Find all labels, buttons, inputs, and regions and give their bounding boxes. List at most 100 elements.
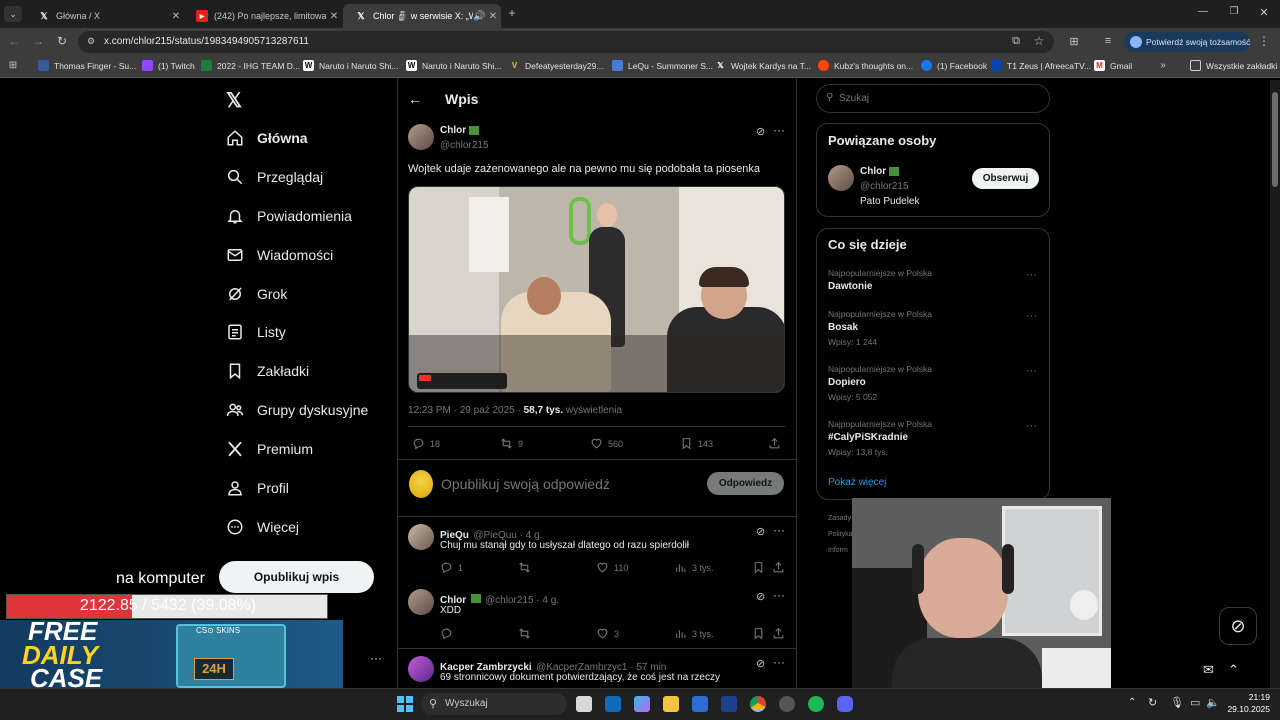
new-tab-icon[interactable]: +: [504, 6, 520, 20]
bookmark-item[interactable]: V Defeatyesterday29...: [509, 60, 604, 71]
bookmark-item[interactable]: (1) Twitch: [142, 60, 195, 71]
url-text[interactable]: x.com/chlor215/status/198349490571328761…: [104, 36, 309, 47]
nav-lists[interactable]: Listy: [226, 323, 286, 341]
copilot-icon[interactable]: [634, 696, 650, 712]
tab-current-post[interactable]: 𝕏 Chlor 🗿 w serwisie X: „Wo 🔊 ✕: [343, 4, 501, 28]
more-horizontal-icon[interactable]: ···: [773, 523, 785, 537]
menu-kebab-icon[interactable]: ⋮: [1258, 34, 1270, 48]
app-icon[interactable]: [721, 696, 737, 712]
reply-input[interactable]: Opublikuj swoją odpowiedź: [441, 476, 610, 492]
microphone-icon[interactable]: 🎙: [1170, 696, 1184, 709]
windows-start-icon[interactable]: [397, 696, 413, 712]
nav-notifications[interactable]: Powiadomienia: [226, 207, 352, 225]
more-horizontal-icon[interactable]: ···: [1026, 365, 1037, 377]
bookmark-item[interactable]: (1) Facebook: [921, 60, 987, 71]
steam-icon[interactable]: [779, 696, 795, 712]
window-close-icon[interactable]: ✕: [1256, 6, 1272, 19]
bookmark-item[interactable]: W Naruto i Naruto Shi...: [406, 60, 501, 71]
grok-icon[interactable]: ⊘: [756, 590, 765, 603]
tray-sync-icon[interactable]: ↻: [1148, 696, 1157, 709]
back-arrow-icon[interactable]: ←: [408, 91, 422, 107]
bookmark-item[interactable]: 2022 - IHG TEAM D...: [201, 60, 300, 71]
avatar[interactable]: [408, 656, 434, 682]
grok-icon[interactable]: ⊘: [756, 125, 765, 138]
back-icon[interactable]: ←: [6, 34, 22, 48]
bookmark-item[interactable]: T1 Zeus | AfreecaTV...: [991, 60, 1091, 71]
author-handle[interactable]: @chlor215: [440, 140, 489, 151]
chrome-icon[interactable]: [750, 696, 766, 712]
reload-icon[interactable]: ↻: [54, 34, 70, 48]
more-horizontal-icon[interactable]: ···: [1026, 269, 1037, 281]
bookmark-item[interactable]: M Gmail: [1094, 60, 1132, 71]
avatar[interactable]: [408, 524, 434, 550]
reply-button[interactable]: Odpowiedz: [707, 472, 784, 495]
grok-icon[interactable]: ⊘: [756, 657, 765, 670]
footer-link[interactable]: Polityka: [828, 531, 853, 538]
chevron-right-icon[interactable]: »: [1156, 60, 1170, 71]
like-action[interactable]: 560: [590, 437, 623, 450]
nav-profile[interactable]: Profil: [226, 479, 289, 497]
network-icon[interactable]: ▭: [1190, 696, 1200, 709]
nav-more[interactable]: Więcej: [226, 518, 299, 536]
repost-action[interactable]: [518, 627, 536, 640]
more-horizontal-icon[interactable]: ···: [773, 655, 785, 669]
nav-home[interactable]: Główna: [226, 129, 308, 147]
reply-action[interactable]: 1: [440, 561, 463, 574]
more-horizontal-icon[interactable]: ···: [1026, 310, 1037, 322]
tab-home[interactable]: 𝕏 Główna / X ✕: [26, 4, 184, 28]
follow-button[interactable]: Obserwuj: [972, 168, 1039, 189]
bookmark-item[interactable]: 𝕏 Wojtek Kardys na T...: [715, 60, 811, 71]
author-name[interactable]: Chlor: [440, 125, 479, 136]
outlook-icon[interactable]: [605, 696, 621, 712]
task-view-icon[interactable]: [576, 696, 592, 712]
post-button[interactable]: Opublikuj wpis: [219, 561, 374, 593]
discord-icon[interactable]: [837, 696, 853, 712]
cast-icon[interactable]: ⧉: [1008, 35, 1024, 48]
nav-explore[interactable]: Przeglądaj: [226, 168, 323, 186]
reply-action[interactable]: [440, 627, 458, 640]
more-horizontal-icon[interactable]: ···: [773, 123, 785, 137]
related-name[interactable]: Chlor: [860, 166, 899, 177]
tab-search-icon[interactable]: ⌄: [4, 6, 22, 22]
search-input[interactable]: ⚲ Szukaj: [816, 84, 1050, 113]
media-icon[interactable]: ≡: [1100, 35, 1116, 47]
speaker-icon[interactable]: 🔊: [473, 11, 485, 22]
share-action[interactable]: [772, 627, 790, 640]
more-horizontal-icon[interactable]: ···: [370, 651, 382, 665]
spotify-icon[interactable]: [808, 696, 824, 712]
bookmark-action[interactable]: 143: [680, 437, 713, 450]
star-icon[interactable]: ☆: [1031, 34, 1047, 48]
chevron-up-icon[interactable]: ⌃: [1228, 662, 1239, 678]
scrollbar-thumb[interactable]: [1272, 92, 1278, 187]
clock[interactable]: 21:19 29.10.2025: [1226, 692, 1270, 714]
trend-item[interactable]: Najpopularniejsze w Polska #CalyPiSKradn…: [828, 419, 932, 457]
bookmark-item[interactable]: W Naruto i Naruto Shi...: [303, 60, 398, 71]
bookmark-item[interactable]: Kubz's thoughts on...: [818, 60, 913, 71]
avatar[interactable]: [408, 124, 434, 150]
nav-messages[interactable]: Wiadomości: [226, 246, 333, 264]
nav-grok[interactable]: Grok: [226, 285, 287, 303]
post-video[interactable]: [408, 186, 785, 393]
taskbar-search[interactable]: ⚲ Wyszukaj: [421, 693, 567, 715]
bookmark-action[interactable]: [752, 627, 770, 640]
bookmark-action[interactable]: [752, 561, 770, 574]
share-action[interactable]: [772, 561, 790, 574]
forward-icon[interactable]: →: [30, 34, 46, 48]
close-icon[interactable]: ✕: [168, 11, 184, 22]
repost-action[interactable]: [518, 561, 536, 574]
close-icon[interactable]: ✕: [485, 11, 501, 22]
nav-premium[interactable]: Premium: [226, 440, 313, 458]
bookmark-item[interactable]: LeQu - Summoner S...: [612, 60, 713, 71]
grok-icon[interactable]: ⊘: [756, 525, 765, 538]
tab-youtube[interactable]: ▶ (242) Po najlepsze, limitowane ✕: [184, 4, 342, 28]
share-action[interactable]: [768, 437, 786, 450]
nav-communities[interactable]: Grupy dyskusyjne: [226, 401, 368, 419]
like-action[interactable]: 3: [596, 627, 619, 640]
avatar[interactable]: [408, 589, 434, 615]
related-handle[interactable]: @chlor215: [860, 181, 909, 192]
repost-action[interactable]: 9: [500, 437, 523, 450]
nav-bookmarks[interactable]: Zakładki: [226, 362, 309, 380]
avatar[interactable]: [828, 165, 854, 191]
maximize-icon[interactable]: ❐: [1226, 6, 1242, 17]
x-logo-icon[interactable]: 𝕏: [226, 88, 242, 113]
